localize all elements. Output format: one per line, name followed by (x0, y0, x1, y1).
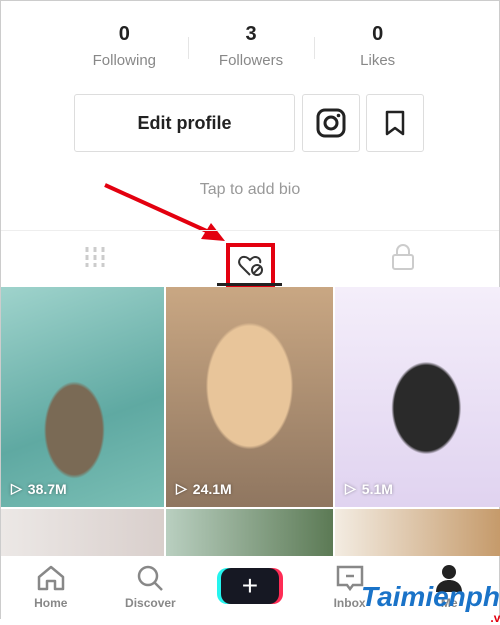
view-count: ▷ 24.1M (176, 480, 232, 497)
video-thumbnail[interactable] (166, 509, 333, 556)
favorites-button[interactable] (366, 94, 424, 152)
plus-icon: + (220, 568, 279, 604)
nav-home[interactable]: Home (1, 556, 101, 620)
stat-likes[interactable]: 0 Likes (314, 23, 441, 69)
nav-home-label: Home (34, 596, 68, 610)
view-count: ▷ 38.7M (11, 480, 67, 497)
video-thumbnail[interactable]: ▷ 5.1M (335, 287, 500, 507)
profile-stats: 0 Following 3 Followers 0 Likes (61, 23, 441, 69)
nav-create[interactable]: + (200, 556, 300, 620)
video-thumbnail[interactable]: ▷ 24.1M (166, 287, 333, 507)
lock-icon (392, 244, 414, 270)
liked-hidden-icon (237, 255, 263, 276)
grid-icon (85, 247, 105, 267)
view-count: ▷ 5.1M (345, 480, 393, 497)
stat-followers[interactable]: 3 Followers (187, 23, 315, 69)
video-thumbnail[interactable] (335, 509, 500, 556)
tab-videos[interactable] (65, 231, 125, 283)
active-tab-indicator (217, 283, 282, 286)
tab-private[interactable] (373, 231, 433, 283)
edit-profile-button[interactable]: Edit profile (74, 94, 295, 152)
stat-following[interactable]: 0 Following (61, 23, 188, 69)
followers-label: Followers (218, 52, 284, 69)
tab-liked[interactable] (226, 243, 275, 288)
video-thumbnail[interactable]: ▷ 38.7M (1, 287, 164, 507)
nav-discover[interactable]: Discover (101, 556, 201, 620)
instagram-button[interactable] (302, 94, 360, 152)
followers-count: 3 (245, 23, 257, 45)
search-icon (138, 565, 164, 591)
nav-discover-label: Discover (125, 596, 176, 610)
bookmark-icon (385, 110, 405, 136)
play-icon: ▷ (176, 480, 187, 496)
video-thumbnail[interactable] (1, 509, 164, 556)
watermark-logo: Taimienphi.vn (361, 581, 500, 625)
instagram-icon (316, 108, 346, 138)
profile-tabs (1, 230, 499, 288)
play-icon: ▷ (345, 480, 356, 496)
likes-count: 0 (372, 23, 384, 45)
bio-placeholder[interactable]: Tap to add bio (1, 181, 499, 199)
following-label: Following (92, 52, 157, 69)
likes-label: Likes (360, 52, 396, 69)
following-count: 0 (118, 23, 130, 45)
home-icon (37, 565, 65, 591)
play-icon: ▷ (11, 480, 22, 496)
